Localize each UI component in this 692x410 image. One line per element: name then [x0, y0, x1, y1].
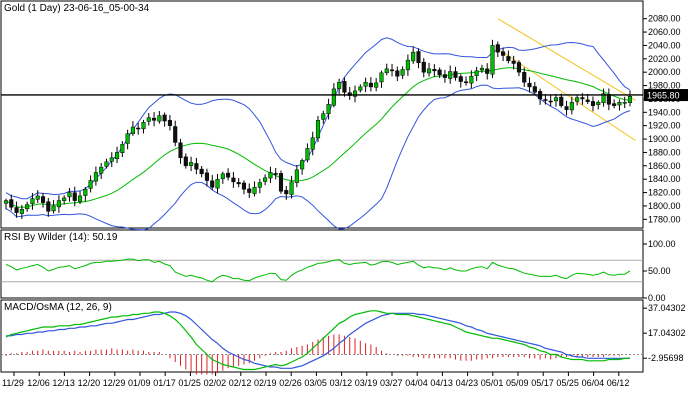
x-tick-label: 03/05 [304, 378, 327, 388]
price-y-tick-label: 1780.00 [648, 214, 681, 224]
x-tick-label: 12/29 [103, 378, 126, 388]
x-tick-label: 03/27 [380, 378, 403, 388]
x-tick-label: 12/06 [27, 378, 50, 388]
x-tick-label: 01/09 [128, 378, 151, 388]
x-tick-label: 12/20 [78, 378, 101, 388]
price-chart-title: Gold (1 Day) 23-06-16_05-00-34 [4, 3, 150, 14]
macd-title: MACD/OsMA (12, 26, 9) [4, 302, 112, 313]
candle [278, 170, 284, 194]
chart-root: 2080.002060.002040.002020.002000.001980.… [0, 0, 692, 410]
price-y-tick-label: 1860.00 [648, 161, 681, 171]
price-y-tick-label: 2080.00 [648, 14, 681, 24]
x-tick-label: 12/13 [52, 378, 75, 388]
x-tick-label: 11/29 [2, 378, 24, 388]
rsi-title: RSI By Wilder (14): 50.19 [4, 232, 118, 243]
price-y-tick-label: 1820.00 [648, 188, 681, 198]
price-y-tick-label: 1900.00 [648, 134, 681, 144]
price-y-tick-label: 2060.00 [648, 27, 681, 37]
x-tick-label: 04/04 [405, 378, 428, 388]
price-y-tick-label: 1840.00 [648, 174, 681, 184]
x-tick-label: 02/19 [254, 378, 277, 388]
x-tick-label: 01/25 [178, 378, 201, 388]
price-y-tick-label: 1940.00 [648, 107, 681, 117]
rsi-y-tick-label: 0.00 [648, 293, 666, 303]
rsi-y-tick-label: 100.00 [648, 239, 676, 249]
last-price-label: 1965.80 [647, 91, 680, 101]
x-tick-label: 05/09 [506, 378, 529, 388]
macd-y-tick-label: 37.04302 [648, 303, 686, 313]
candle [490, 39, 495, 78]
x-tick-label: 02/26 [279, 378, 302, 388]
x-tick-label: 05/25 [556, 378, 579, 388]
x-tick-label: 06/04 [582, 378, 605, 388]
price-y-tick-label: 2040.00 [648, 40, 681, 50]
x-tick-label: 01/17 [153, 378, 176, 388]
x-tick-label: 02/02 [204, 378, 227, 388]
x-tick-label: 03/12 [330, 378, 353, 388]
price-y-tick-label: 2000.00 [648, 67, 681, 77]
price-y-tick-label: 1800.00 [648, 201, 681, 211]
x-tick-label: 05/17 [531, 378, 554, 388]
price-y-tick-label: 2020.00 [648, 54, 681, 64]
rsi-y-tick-label: 50.00 [648, 266, 671, 276]
x-tick-label: 04/13 [430, 378, 453, 388]
price-y-tick-label: 1920.00 [648, 121, 681, 131]
price-y-tick-label: 1880.00 [648, 147, 681, 157]
macd-y-tick-label: 17.04302 [648, 328, 686, 338]
x-tick-label: 05/01 [481, 378, 504, 388]
background [0, 0, 692, 410]
x-tick-label: 06/12 [607, 378, 630, 388]
macd-y-tick-label: -2.95698 [648, 353, 684, 363]
x-tick-label: 04/23 [456, 378, 479, 388]
x-tick-label: 03/19 [355, 378, 378, 388]
x-tick-label: 02/12 [229, 378, 252, 388]
